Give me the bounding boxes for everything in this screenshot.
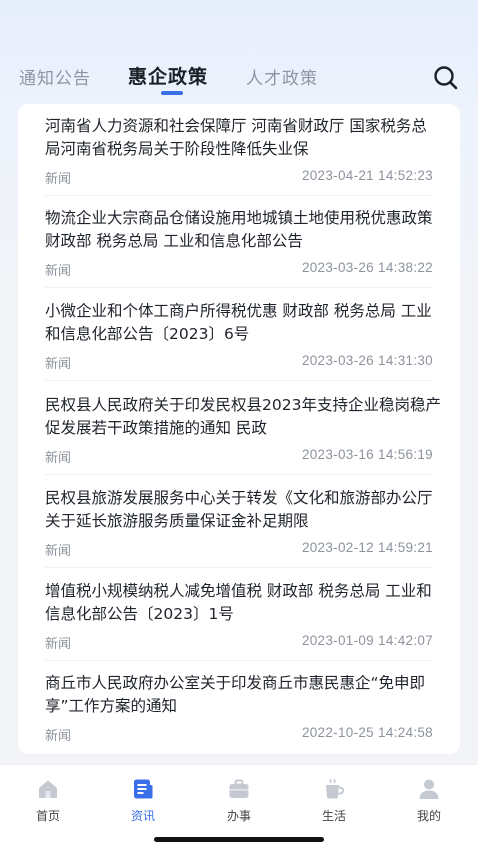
news-item[interactable]: 民权县人民政府关于印发民权县2023年支持企业稳岗稳产促发展若干政策措施的通知 … — [18, 383, 460, 475]
divider — [45, 287, 433, 288]
nav-profile[interactable]: 我的 — [397, 777, 461, 827]
nav-life[interactable]: 生活 — [302, 777, 366, 827]
news-tag: 新闻 — [45, 264, 72, 279]
news-title: 民权县旅游发展服务中心关于转发《文化和旅游部办公厅关于延长旅游服务质量保证金补足… — [45, 489, 433, 530]
news-tag: 新闻 — [45, 451, 72, 466]
news-title: 物流企业大宗商品仓储设施用地城镇土地使用税优惠政策 财政部 税务总局 工业和信息… — [45, 209, 433, 250]
divider — [45, 567, 433, 568]
tab-notices[interactable]: 通知公告 — [19, 64, 91, 89]
search-icon — [434, 66, 458, 90]
search-button[interactable] — [432, 64, 460, 92]
news-title: 河南省人力资源和社会保障厅 河南省财政厅 国家税务总局河南省税务局关于阶段性降低… — [45, 117, 427, 158]
user-icon — [419, 779, 439, 799]
divider — [45, 380, 433, 381]
news-tag: 新闻 — [45, 357, 72, 372]
news-time: 2023-03-26 14:31:30 — [301, 353, 433, 368]
news-title: 小微企业和个体工商户所得税优惠 财政部 税务总局 工业和信息化部公告〔2023〕… — [45, 302, 432, 343]
nav-home[interactable]: 首页 — [16, 777, 80, 827]
news-item[interactable]: 商丘市人民政府办公室关于印发商丘市惠民惠企“免申即享”工作方案的通知 新闻 20… — [18, 661, 460, 753]
tab-talent-policy[interactable]: 人才政策 — [246, 64, 318, 89]
home-indicator — [154, 837, 324, 842]
news-tag: 新闻 — [45, 637, 72, 652]
cup-icon — [326, 778, 345, 799]
news-item[interactable]: 河南省人力资源和社会保障厅 河南省财政厅 国家税务总局河南省税务局关于阶段性降低… — [18, 104, 460, 196]
news-item[interactable]: 增值税小规模纳税人减免增值税 财政部 税务总局 工业和信息化部公告〔2023〕1… — [18, 569, 460, 661]
nav-label: 我的 — [416, 809, 441, 823]
home-icon — [39, 780, 57, 798]
nav-news[interactable]: 资讯 — [111, 777, 175, 827]
news-item[interactable]: 物流企业大宗商品仓储设施用地城镇土地使用税优惠政策 财政部 税务总局 工业和信息… — [18, 196, 460, 288]
news-list: 河南省人力资源和社会保障厅 河南省财政厅 国家税务总局河南省税务局关于阶段性降低… — [18, 104, 460, 754]
news-time: 2023-03-26 14:38:22 — [301, 260, 433, 275]
news-title: 民权县人民政府关于印发民权县2023年支持企业稳岗稳产促发展若干政策措施的通知 … — [45, 396, 441, 437]
nav-label: 资讯 — [130, 809, 155, 823]
news-time: 2023-04-21 14:52:23 — [301, 168, 433, 183]
news-tag: 新闻 — [45, 172, 72, 187]
nav-label: 办事 — [226, 809, 251, 823]
news-icon — [134, 779, 153, 799]
divider — [45, 474, 433, 475]
news-item[interactable]: 小微企业和个体工商户所得税优惠 财政部 税务总局 工业和信息化部公告〔2023〕… — [18, 289, 460, 381]
news-time: 2022-10-25 14:24:58 — [301, 725, 433, 740]
news-time: 2023-03-16 14:56:19 — [301, 447, 433, 462]
news-title: 增值税小规模纳税人减免增值税 财政部 税务总局 工业和信息化部公告〔2023〕1… — [45, 582, 432, 623]
briefcase-icon — [229, 779, 249, 798]
news-tag: 新闻 — [45, 729, 72, 744]
nav-label: 首页 — [35, 809, 60, 823]
active-tab-indicator — [161, 91, 183, 95]
nav-label: 生活 — [321, 809, 346, 823]
news-time: 2023-02-12 14:59:21 — [301, 540, 433, 555]
top-tabs: 通知公告 惠企政策 人才政策 — [0, 52, 478, 100]
news-tag: 新闻 — [45, 544, 72, 559]
news-title: 商丘市人民政府办公室关于印发商丘市惠民惠企“免申即享”工作方案的通知 — [45, 674, 426, 715]
news-item[interactable]: 民权县旅游发展服务中心关于转发《文化和旅游部办公厅关于延长旅游服务质量保证金补足… — [18, 476, 460, 568]
tab-enterprise-policy[interactable]: 惠企政策 — [128, 62, 208, 89]
news-time: 2023-01-09 14:42:07 — [301, 633, 433, 648]
nav-services[interactable]: 办事 — [207, 777, 271, 827]
